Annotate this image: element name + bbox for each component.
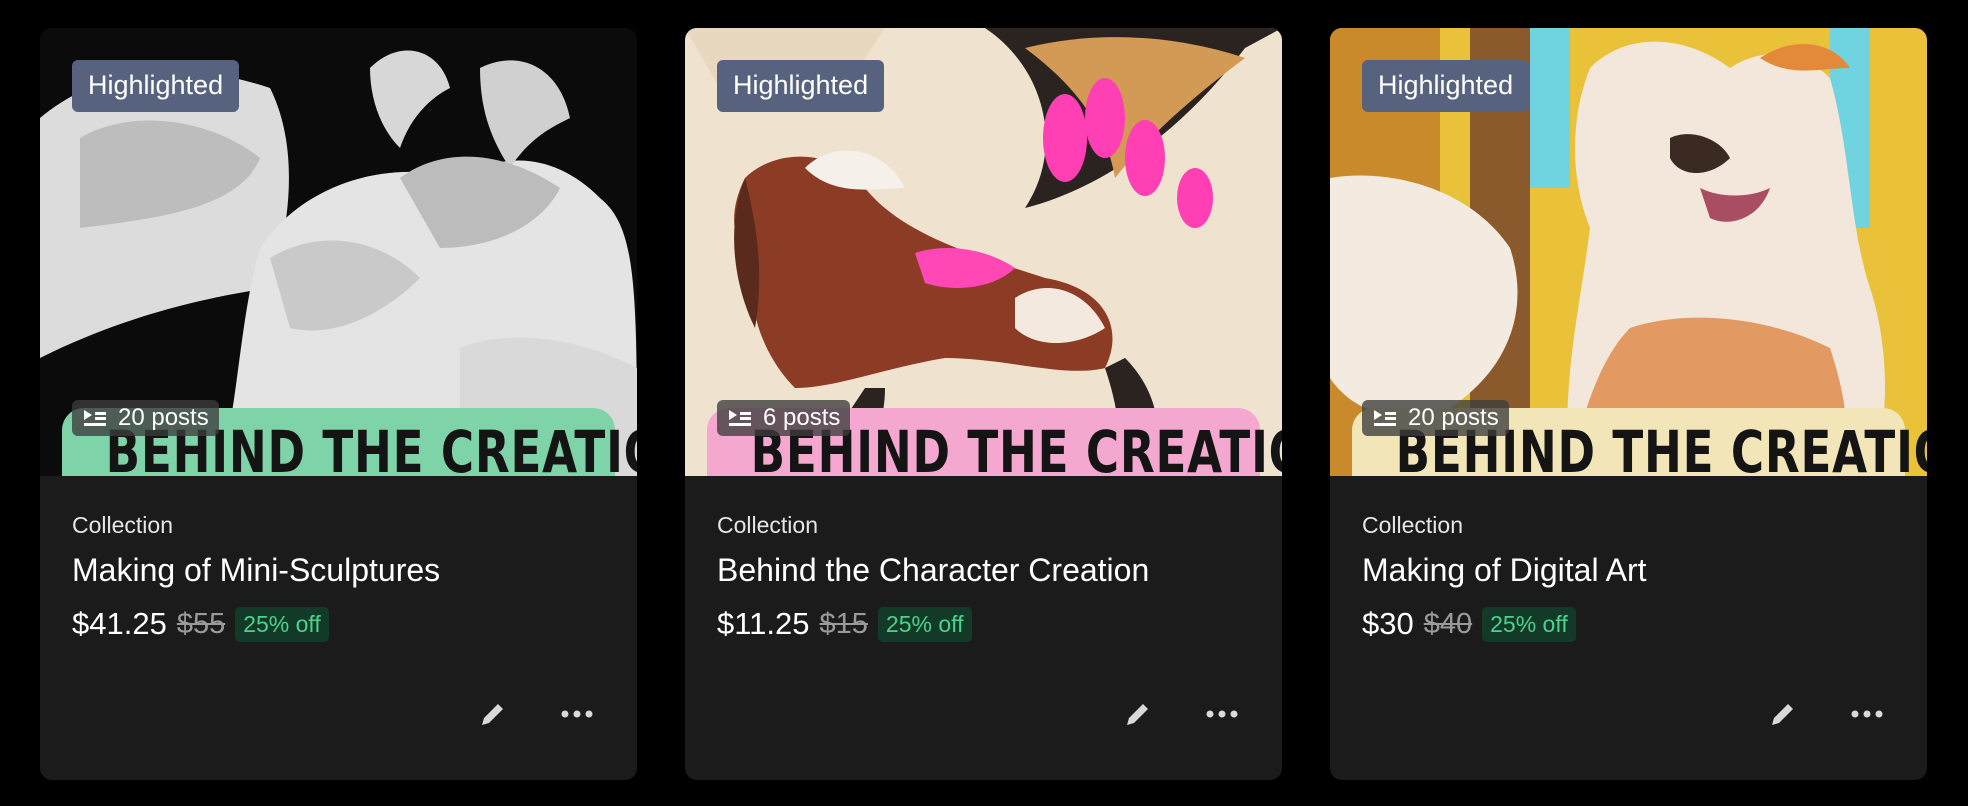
list-icon	[1374, 410, 1396, 426]
card-actions	[1118, 694, 1242, 734]
highlighted-badge: Highlighted	[1362, 60, 1530, 112]
posts-count-label: 6 posts	[763, 404, 841, 431]
posts-count-label: 20 posts	[118, 404, 209, 431]
more-icon	[561, 710, 593, 718]
collection-card[interactable]: BEHIND THE CREATION Highlighted 20 posts…	[1330, 28, 1927, 780]
card-type: Collection	[717, 512, 818, 538]
edit-button[interactable]	[1118, 694, 1158, 734]
card-title[interactable]: Making of Digital Art	[1362, 552, 1647, 589]
price: $30	[1362, 606, 1414, 641]
edit-button[interactable]	[1763, 694, 1803, 734]
card-thumbnail[interactable]: BEHIND THE CREATION Highlighted 20 posts	[40, 28, 637, 476]
card-actions	[1763, 694, 1887, 734]
price: $11.25	[717, 606, 810, 641]
list-icon	[729, 410, 751, 426]
price-row: $41.25 $55 25% off	[72, 606, 329, 642]
old-price: $15	[819, 607, 868, 640]
posts-count-label: 20 posts	[1408, 404, 1499, 431]
card-thumbnail[interactable]: BEHIND THE CREATION Highlighted 6 posts	[685, 28, 1282, 476]
price-row: $30 $40 25% off	[1362, 606, 1576, 642]
collection-grid: BEHIND THE CREATION Highlighted 20 posts…	[0, 0, 1968, 806]
discount-badge: 25% off	[235, 606, 329, 642]
collection-card[interactable]: BEHIND THE CREATION Highlighted 20 posts…	[40, 28, 637, 780]
card-type: Collection	[72, 512, 173, 538]
highlighted-badge: Highlighted	[72, 60, 240, 112]
discount-badge: 25% off	[1482, 606, 1576, 642]
old-price: $55	[176, 607, 226, 640]
more-button[interactable]	[557, 694, 597, 734]
card-thumbnail[interactable]: BEHIND THE CREATION Highlighted 20 posts	[1330, 28, 1927, 476]
highlighted-badge: Highlighted	[717, 60, 885, 112]
more-icon	[1206, 710, 1238, 718]
pencil-icon	[1772, 704, 1793, 725]
collection-card[interactable]: BEHIND THE CREATION Highlighted 6 posts …	[685, 28, 1282, 780]
price-row: $11.25 $15 25% off	[717, 606, 972, 642]
card-title[interactable]: Behind the Character Creation	[717, 552, 1149, 589]
card-actions	[473, 694, 597, 734]
posts-count: 6 posts	[717, 400, 851, 436]
card-title[interactable]: Making of Mini-Sculptures	[72, 552, 440, 589]
pencil-icon	[482, 704, 503, 725]
pencil-icon	[1127, 704, 1148, 725]
posts-count: 20 posts	[72, 400, 219, 436]
more-icon	[1851, 710, 1883, 718]
edit-button[interactable]	[473, 694, 513, 734]
more-button[interactable]	[1202, 694, 1242, 734]
posts-count: 20 posts	[1362, 400, 1509, 436]
price: $41.25	[72, 606, 167, 641]
more-button[interactable]	[1847, 694, 1887, 734]
discount-badge: 25% off	[877, 606, 972, 642]
card-type: Collection	[1362, 512, 1463, 538]
list-icon	[84, 410, 106, 426]
old-price: $40	[1423, 607, 1473, 640]
